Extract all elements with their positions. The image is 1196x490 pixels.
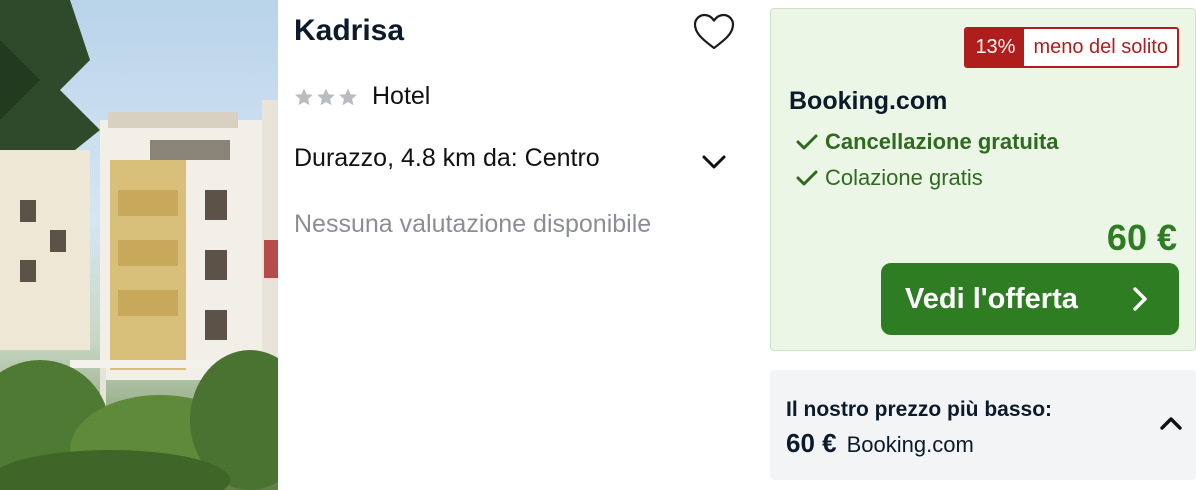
hotel-name[interactable]: Kadrisa [294,14,404,48]
location-toggle[interactable]: Durazzo, 4.8 km da: Centro [294,144,734,178]
feature-free-breakfast: Colazione gratis [795,165,983,191]
hotel-photo-illustration [0,0,278,490]
checkmark-icon [796,170,818,186]
heart-icon [693,13,735,50]
star-icon [295,88,313,105]
view-offer-label: Vedi l'offerta [905,282,1078,315]
lowest-price-title: Il nostro prezzo più basso: [786,398,1053,421]
hotel-info: Kadrisa Hotel Durazzo, 4.8 km da: Centro… [294,0,754,490]
lowest-price-amount: 60 € [786,428,837,458]
star-rating [294,87,358,107]
chevron-up-icon[interactable] [1158,412,1184,434]
feature-label: Cancellazione gratuita [825,129,1059,154]
star-icon [339,88,357,105]
star-icon [317,88,335,105]
lowest-price-panel[interactable]: Il nostro prezzo più basso: 60 € Booking… [770,370,1196,480]
offer-panel: 13% meno del solito Booking.com Cancella… [770,8,1196,351]
offer-price: 60 € [1106,217,1177,258]
checkmark-icon [796,134,818,150]
deal-text: meno del solito [1024,29,1177,66]
location-text: Durazzo, 4.8 km da: Centro [294,144,600,172]
hotel-type: Hotel [372,82,431,110]
lowest-price-provider: Booking.com [846,432,974,457]
deal-percent: 13% [966,29,1025,66]
view-offer-button[interactable]: Vedi l'offerta [881,263,1179,335]
deal-badge: 13% meno del solito [964,27,1179,68]
lowest-price-row: 60 € Booking.com [786,428,974,459]
chevron-right-icon [1133,287,1147,311]
feature-free-cancellation: Cancellazione gratuita [795,129,1059,155]
rating-text: Nessuna valutazione disponibile [294,210,652,238]
chevron-down-icon [702,155,726,169]
favorite-button[interactable] [692,12,736,52]
offer-provider: Booking.com [789,87,948,115]
stars-row: Hotel [294,82,430,111]
feature-label: Colazione gratis [825,165,983,190]
hotel-photo[interactable] [0,0,278,490]
